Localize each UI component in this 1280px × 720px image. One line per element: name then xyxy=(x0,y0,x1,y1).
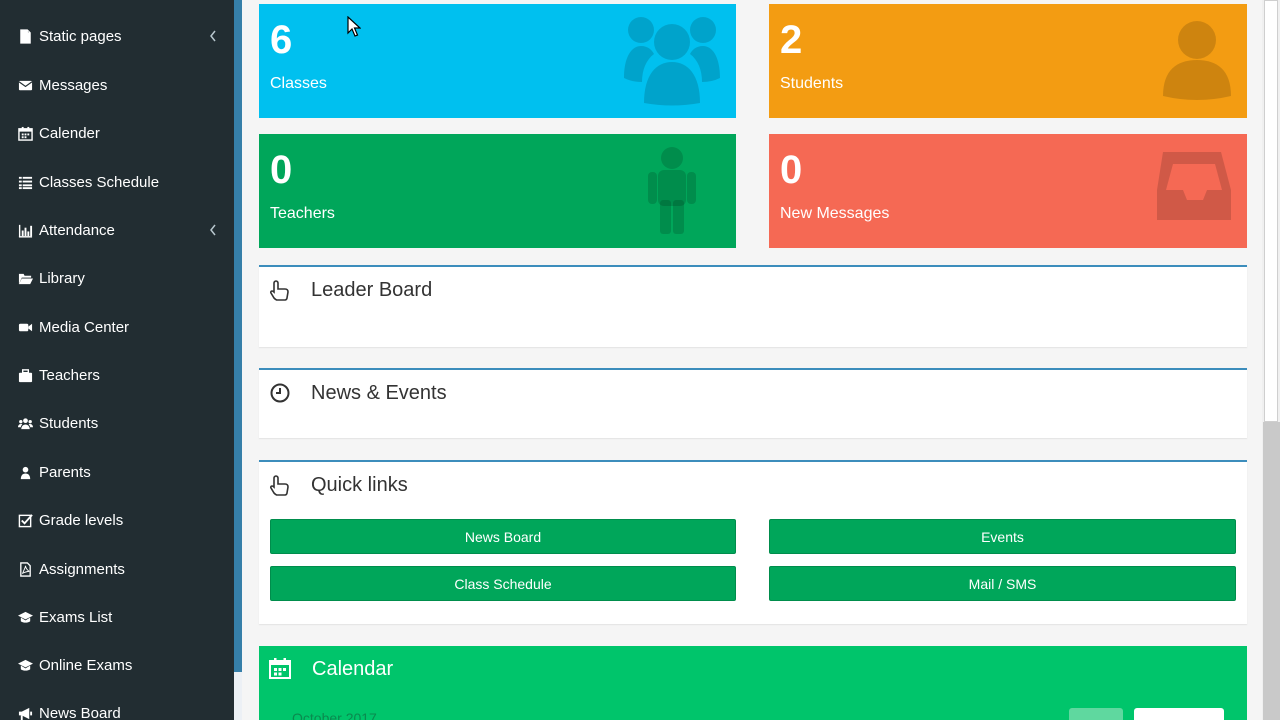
users-icon xyxy=(624,17,720,106)
sidebar-edge xyxy=(234,0,242,672)
sidebar-item-online-exams[interactable]: Online Exams xyxy=(0,645,234,685)
sidebar-item-label: Media Center xyxy=(39,318,130,336)
sidebar-item-label: Library xyxy=(39,269,85,287)
stat-box-new-messages[interactable]: 0 New Messages xyxy=(769,134,1247,248)
panel-title: Calendar xyxy=(312,658,394,680)
mouse-cursor-icon xyxy=(347,16,361,37)
sidebar-item-grade-levels[interactable]: Grade levels xyxy=(0,500,234,540)
sidebar-item-label: Messages xyxy=(39,76,108,94)
sidebar-item-students[interactable]: Students xyxy=(0,403,234,443)
sidebar-item-label: Static pages xyxy=(39,27,122,45)
check-square-icon xyxy=(17,512,33,528)
file-icon xyxy=(17,28,33,44)
stat-value: 6 xyxy=(270,18,293,62)
calendar-icon xyxy=(269,658,291,679)
calendar-icon xyxy=(17,125,33,141)
mail-sms-button[interactable]: Mail / SMS xyxy=(769,566,1236,601)
male-icon xyxy=(648,147,696,234)
leader-board-panel: Leader Board xyxy=(259,265,1247,347)
envelope-icon xyxy=(17,77,33,93)
sidebar-item-label: Teachers xyxy=(39,366,100,384)
sidebar-item-parents[interactable]: Parents xyxy=(0,452,234,492)
inbox-icon xyxy=(1157,152,1231,220)
sidebar-item-calender[interactable]: Calender xyxy=(0,113,234,153)
panel-title: News & Events xyxy=(311,382,447,404)
user-icon xyxy=(1163,21,1231,100)
class-schedule-button[interactable]: Class Schedule xyxy=(270,566,736,601)
sidebar-item-label: Classes Schedule xyxy=(39,173,160,191)
stat-label: Students xyxy=(780,75,844,92)
scrollbar-track[interactable] xyxy=(1263,422,1280,720)
scrollbar-thumb[interactable] xyxy=(1264,0,1278,422)
users-icon xyxy=(17,415,33,431)
panel-title: Leader Board xyxy=(311,279,433,301)
sidebar-item-label: Students xyxy=(39,414,99,432)
stat-value: 2 xyxy=(780,18,803,62)
stat-box-teachers[interactable]: 0 Teachers xyxy=(259,134,736,248)
calendar-nav-buttons[interactable] xyxy=(1134,708,1224,720)
chevron-left-icon xyxy=(208,29,220,43)
stat-label: Teachers xyxy=(270,205,335,222)
sidebar-item-assignments[interactable]: Assignments xyxy=(0,549,234,589)
stat-label: New Messages xyxy=(780,205,890,222)
calendar-today-button[interactable] xyxy=(1069,708,1123,720)
calendar-panel: Calendar October 2017 xyxy=(259,646,1247,720)
sidebar-item-static-pages[interactable]: Static pages xyxy=(0,16,234,56)
clock-icon xyxy=(270,383,290,403)
sidebar-item-news-board[interactable]: News Board xyxy=(0,693,234,720)
hand-pointer-icon xyxy=(270,280,289,301)
sidebar-item-library[interactable]: Library xyxy=(0,258,234,298)
sidebar-item-label: Grade levels xyxy=(39,511,124,529)
stat-value: 0 xyxy=(780,148,803,192)
bar-chart-icon xyxy=(17,222,33,238)
sidebar-item-media-center[interactable]: Media Center xyxy=(0,307,234,347)
sidebar-item-label: Parents xyxy=(39,463,91,481)
sidebar-item-exams-list[interactable]: Exams List xyxy=(0,597,234,637)
sidebar-item-label: News Board xyxy=(39,704,121,720)
graduation-cap-icon xyxy=(17,609,33,625)
graduation-cap-icon xyxy=(17,657,33,673)
stat-box-students[interactable]: 2 Students xyxy=(769,4,1247,118)
bullhorn-icon xyxy=(17,705,33,720)
news-events-panel: News & Events xyxy=(259,368,1247,438)
chevron-left-icon xyxy=(208,223,220,237)
sidebar-item-label: Assignments xyxy=(39,560,125,578)
stat-value: 0 xyxy=(270,148,293,192)
sidebar-item-label: Calender xyxy=(39,124,100,142)
sidebar-edge-gap xyxy=(234,672,242,720)
sidebar: Static pages Messages Calender Classes S… xyxy=(0,0,234,720)
briefcase-icon xyxy=(17,367,33,383)
sidebar-item-classes-schedule[interactable]: Classes Schedule xyxy=(0,162,234,202)
sidebar-item-label: Exams List xyxy=(39,608,113,626)
sidebar-item-teachers[interactable]: Teachers xyxy=(0,355,234,395)
sidebar-item-label: Online Exams xyxy=(39,656,133,674)
panel-title: Quick links xyxy=(311,474,408,496)
calendar-month: October 2017 xyxy=(292,710,377,720)
events-button[interactable]: Events xyxy=(769,519,1236,554)
sidebar-item-label: Attendance xyxy=(39,221,115,239)
video-camera-icon xyxy=(17,319,33,335)
stat-label: Classes xyxy=(270,75,327,92)
user-icon xyxy=(17,464,33,480)
sidebar-item-messages[interactable]: Messages xyxy=(0,65,234,105)
sidebar-item-attendance[interactable]: Attendance xyxy=(0,210,234,250)
stat-box-classes[interactable]: 6 Classes xyxy=(259,4,736,118)
news-board-button[interactable]: News Board xyxy=(270,519,736,554)
folder-open-icon xyxy=(17,270,33,286)
file-pdf-icon xyxy=(17,561,33,577)
hand-pointer-icon xyxy=(270,475,289,496)
list-icon xyxy=(17,174,33,190)
